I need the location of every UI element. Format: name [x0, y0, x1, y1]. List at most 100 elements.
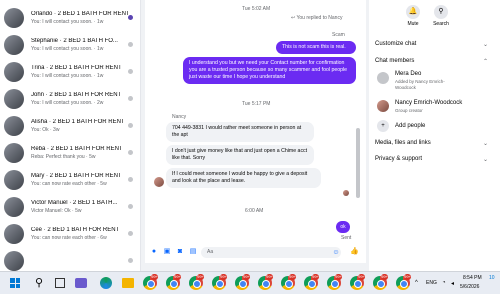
- chat-row[interactable]: Stephanie · 2 BED 1 BATH FO... You: I wi…: [0, 32, 140, 56]
- avatar: [4, 35, 24, 55]
- chat-row[interactable]: Mary · 2 BED 1 BATH FOR RENT You: can no…: [0, 167, 140, 191]
- chat-row[interactable]: John · 2 BED 1 BATH FOR RENT You: I will…: [0, 86, 140, 110]
- badge: 99+: [174, 274, 181, 280]
- chat-name: Alisha · 2 BED 1 BATH FOR RENT: [31, 119, 125, 125]
- chat-name: Victor Manuel · 2 BED 1 BATH...: [31, 200, 118, 206]
- badge: 99+: [151, 274, 158, 280]
- badge: 99+: [358, 274, 365, 280]
- windows-start-icon[interactable]: [10, 278, 20, 288]
- input-placeholder: Aa: [207, 249, 214, 255]
- clock-time[interactable]: 8:54 PM: [463, 275, 482, 281]
- read-receipt-icon: [128, 258, 133, 263]
- clock-date[interactable]: 5/6/2026: [460, 284, 479, 290]
- chat-list: Orlando · 2 BED 1 BATH FOR RENT You: I w…: [0, 0, 141, 271]
- chevron-up-icon[interactable]: ^: [415, 280, 418, 286]
- chat-row[interactable]: Victor Manuel · 2 BED 1 BATH... Victor M…: [0, 194, 140, 218]
- chat-name: Orlando · 2 BED 1 BATH FOR RENT: [31, 11, 130, 17]
- scrollbar[interactable]: [356, 128, 360, 198]
- avatar: [377, 72, 389, 84]
- timestamp: Tue 5:17 PM: [242, 101, 271, 107]
- chevron-down-icon[interactable]: ⌄: [483, 156, 488, 163]
- read-receipt-icon: [128, 231, 133, 236]
- avatar: [4, 197, 24, 217]
- chevron-up-icon[interactable]: ⌃: [483, 58, 488, 65]
- avatar: [4, 8, 24, 28]
- privacy-support[interactable]: Privacy & support: [375, 156, 422, 162]
- outgoing-message[interactable]: I understand you but we need your Contac…: [183, 57, 356, 84]
- avatar: [377, 100, 389, 112]
- badge: 99+: [266, 274, 273, 280]
- chat-preview: You: I will contact you soon. · 2w: [31, 100, 104, 106]
- outgoing-message[interactable]: ok: [336, 221, 350, 233]
- chat-members-header[interactable]: Chat members: [375, 58, 414, 64]
- chat-row[interactable]: Trina · 2 BED 1 BATH FOR RENT You: I wil…: [0, 59, 140, 83]
- chat-name: Stephanie · 2 BED 1 BATH FO...: [31, 38, 118, 44]
- language-indicator[interactable]: ENG: [426, 280, 437, 286]
- member-name[interactable]: Nancy Emrich-Woodcock: [395, 100, 462, 106]
- incoming-message[interactable]: I don't just give money like that and ju…: [166, 145, 314, 165]
- file-explorer-icon[interactable]: [122, 278, 134, 288]
- avatar: [4, 224, 24, 244]
- incoming-message[interactable]: If I could meet someone I would be happy…: [166, 168, 321, 188]
- incoming-message[interactable]: 704 449-3831 I would rather meet someone…: [166, 122, 314, 142]
- add-people-button[interactable]: Add people: [395, 123, 425, 129]
- chat-preview: Victor Manuel: Ok · 5w: [31, 208, 82, 214]
- chat-preview: You: I will contact you soon. · 1w: [31, 73, 104, 79]
- mute-label[interactable]: Mute: [398, 21, 428, 27]
- emoji-icon[interactable]: ☺: [332, 249, 340, 257]
- timestamp: Tue 5:02 AM: [242, 6, 271, 12]
- chevron-down-icon[interactable]: ⌄: [483, 41, 488, 48]
- conversation-details: 🔔 Mute ⚲ Search Customize chat ⌄ Chat me…: [369, 0, 500, 271]
- outgoing-message[interactable]: This is not scam this is real.: [276, 41, 356, 54]
- chat-row[interactable]: [0, 248, 140, 271]
- media-files-links[interactable]: Media, files and links: [375, 140, 431, 146]
- badge: 99+: [197, 274, 204, 280]
- edge-icon[interactable]: [100, 277, 112, 289]
- read-receipt-icon: [128, 123, 133, 128]
- customize-chat[interactable]: Customize chat: [375, 41, 416, 47]
- member-name[interactable]: Mera Deo: [395, 71, 421, 77]
- member-subtitle: Added by Nancy Emrich-Woodcock: [395, 79, 445, 90]
- notification-count[interactable]: 10: [489, 275, 495, 281]
- badge: 99+: [404, 274, 411, 280]
- chat-name: Reba · 2 BED 1 BATH FOR RENT: [31, 146, 123, 152]
- avatar: [4, 62, 24, 82]
- search-label[interactable]: Search: [426, 21, 456, 27]
- reply-note-text: You replied to Nancy: [296, 15, 343, 21]
- badge: 99+: [381, 274, 388, 280]
- badge: 99+: [312, 274, 319, 280]
- chat-row[interactable]: Reba · 2 BED 1 BATH FOR RENT Reba: Perfe…: [0, 140, 140, 164]
- avatar: [4, 116, 24, 136]
- task-view-icon[interactable]: [55, 278, 65, 288]
- read-receipt-icon: [128, 204, 133, 209]
- add-person-icon[interactable]: +: [377, 120, 389, 132]
- quoted-message[interactable]: Scam: [332, 32, 345, 38]
- avatar: [4, 89, 24, 109]
- volume-icon[interactable]: ◂: [451, 280, 454, 287]
- chat-row[interactable]: Orlando · 2 BED 1 BATH FOR RENT You: I w…: [0, 5, 140, 29]
- reply-note: ↩ You replied to Nancy: [291, 15, 343, 21]
- chat-preview: You: can now rate each other · 5w: [31, 181, 107, 187]
- like-icon[interactable]: 👍: [350, 248, 359, 256]
- chat-preview: You: I will contact you soon. · 1w: [31, 46, 104, 52]
- bell-icon[interactable]: 🔔: [406, 5, 420, 19]
- teams-icon[interactable]: [75, 278, 87, 288]
- image-icon[interactable]: ▣: [163, 248, 171, 256]
- chat-row[interactable]: Cee · 2 BED 1 BATH FOR RENT You: can now…: [0, 221, 140, 245]
- chat-name: Cee · 2 BED 1 BATH FOR RENT: [31, 227, 120, 233]
- seen-avatar: [343, 190, 349, 196]
- chat-name: Trina · 2 BED 1 BATH FOR RENT: [31, 65, 122, 71]
- message-input[interactable]: Aa: [201, 247, 341, 258]
- read-receipt-icon: [128, 177, 133, 182]
- message-composer: ● ▣ ◙ ▤ Aa ☺ 👍: [145, 244, 366, 263]
- search-icon[interactable]: ⚲: [35, 276, 43, 289]
- sticker-icon[interactable]: ◙: [176, 248, 184, 256]
- taskbar: ⚲ 99+ 99+ 99+ 99+ 99+ 99+ 99+ 99+ 99+ 99…: [0, 271, 500, 294]
- wifi-icon[interactable]: ◔: [442, 280, 446, 286]
- search-icon[interactable]: ⚲: [434, 5, 448, 19]
- gif-icon[interactable]: ▤: [189, 248, 197, 256]
- chevron-down-icon[interactable]: ⌄: [483, 140, 488, 147]
- chat-row[interactable]: Alisha · 2 BED 1 BATH FOR RENT You: Ok ·…: [0, 113, 140, 137]
- microphone-icon[interactable]: ●: [150, 248, 158, 256]
- member-subtitle: Group creator: [395, 108, 423, 113]
